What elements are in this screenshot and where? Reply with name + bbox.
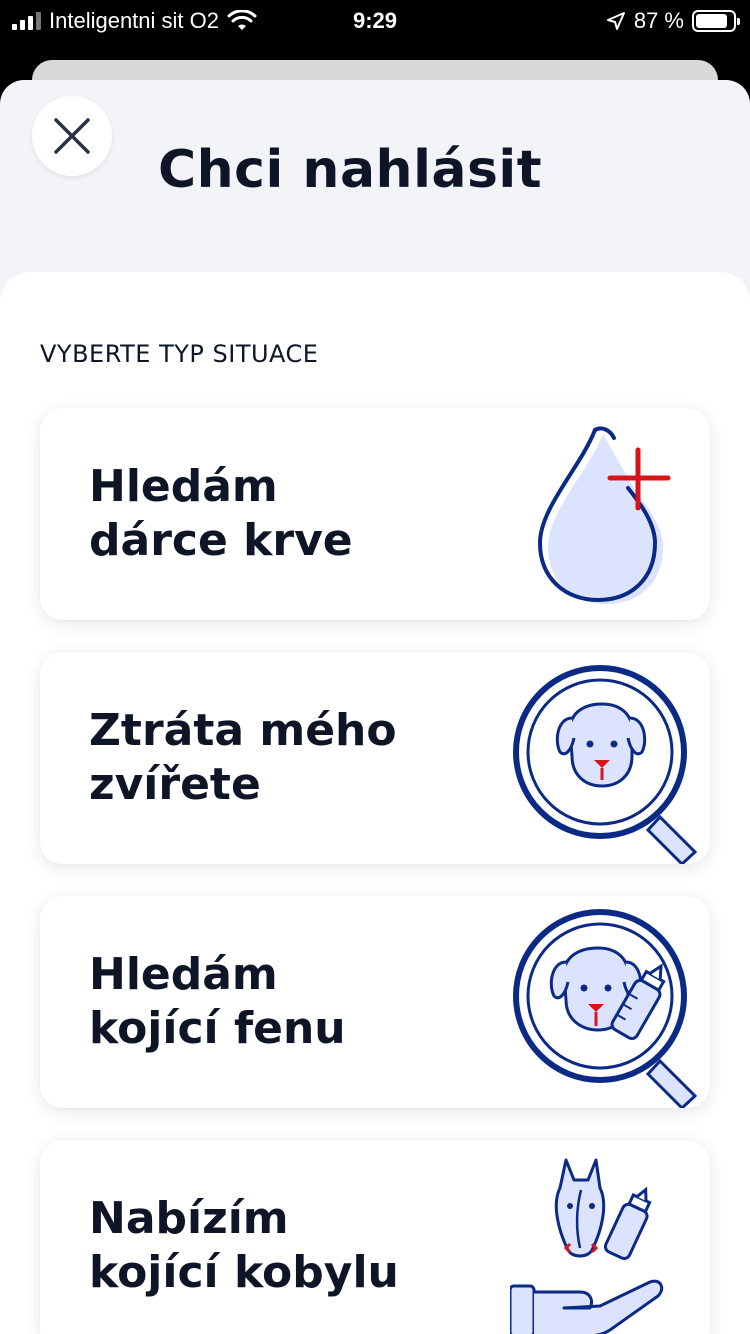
- card-label-line1: Ztráta mého: [89, 705, 397, 756]
- card-label-line2: dárce krve: [89, 515, 353, 566]
- card-lost-pet[interactable]: Ztráta mého zvířete: [40, 652, 710, 864]
- blood-drop-icon: [537, 426, 671, 604]
- card-blood-donor[interactable]: Hledám dárce krve: [40, 408, 710, 620]
- magnifier-dog-bottle-icon: [513, 909, 698, 1108]
- card-label-line1: Nabízím: [89, 1193, 289, 1244]
- card-label: Hledám dárce krve: [89, 460, 353, 568]
- section-label: VYBERTE TYP SITUACE: [40, 340, 319, 368]
- card-label-line2: zvířete: [89, 759, 261, 810]
- card-label-line2: kojící fenu: [89, 1003, 346, 1054]
- card-label-line1: Hledám: [89, 949, 278, 1000]
- card-label: Nabízím kojící kobylu: [89, 1192, 399, 1300]
- card-label: Ztráta mého zvířete: [89, 704, 397, 812]
- card-label-line2: kojící kobylu: [89, 1247, 399, 1298]
- card-nursing-mare[interactable]: Nabízím kojící kobylu: [40, 1140, 710, 1334]
- situation-list-panel: VYBERTE TYP SITUACE Hledám dárce krve Zt…: [0, 272, 750, 1334]
- battery-percent: 87 %: [633, 8, 684, 33]
- magnifier-dog-icon: [513, 665, 698, 864]
- location-arrow-icon: [606, 12, 625, 30]
- card-nursing-dog[interactable]: Hledám kojící fenu: [40, 896, 710, 1108]
- card-label-line1: Hledám: [89, 461, 278, 512]
- status-bar: Inteligentni sit O2 9:29 87 %: [0, 0, 750, 42]
- close-icon: [54, 118, 90, 154]
- card-label: Hledám kojící fenu: [89, 948, 346, 1056]
- close-button[interactable]: [32, 96, 112, 176]
- battery-icon: [692, 10, 740, 32]
- page-title: Chci nahlásit: [158, 140, 543, 200]
- status-bar-right: 87 %: [606, 8, 740, 34]
- horse-bottle-hand-icon: [510, 1158, 664, 1334]
